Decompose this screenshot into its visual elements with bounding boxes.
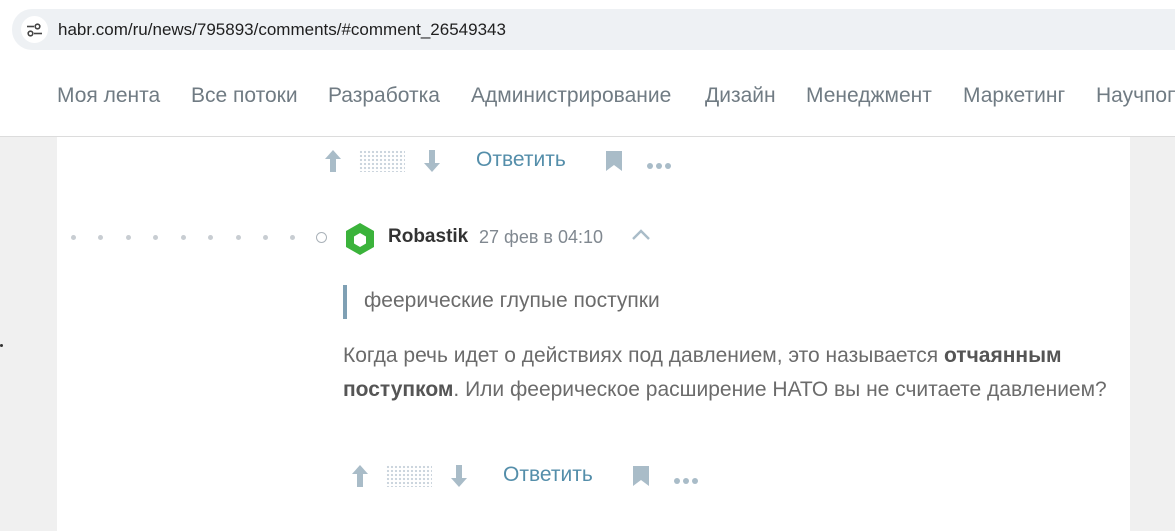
vote-count-hidden xyxy=(359,150,405,172)
bookmark-icon[interactable] xyxy=(632,465,650,492)
thread-dot xyxy=(126,235,131,240)
thread-dot xyxy=(98,235,103,240)
thread-dot xyxy=(153,235,158,240)
thread-dot xyxy=(181,235,186,240)
arrow-down-icon[interactable] xyxy=(423,149,441,178)
hub-navigation: Моя лента Все потоки Разработка Админист… xyxy=(0,58,1175,137)
chevron-up-icon[interactable] xyxy=(631,228,651,247)
more-dots-icon[interactable] xyxy=(673,472,699,490)
arrow-down-icon[interactable] xyxy=(450,464,468,493)
comments-panel xyxy=(57,137,1130,531)
thread-branch-marker[interactable] xyxy=(316,232,327,243)
comment-timestamp[interactable]: 27 фев в 04:10 xyxy=(479,227,603,248)
reply-link[interactable]: Ответить xyxy=(503,463,593,487)
hexagon-avatar-icon[interactable] xyxy=(344,222,376,261)
thread-dot xyxy=(290,235,295,240)
thread-dot xyxy=(71,235,76,240)
nav-item-administration[interactable]: Администрирование xyxy=(471,84,671,108)
thread-dot xyxy=(263,235,268,240)
nav-item-design[interactable]: Дизайн xyxy=(705,84,776,108)
nav-item-marketing[interactable]: Маркетинг xyxy=(963,84,1065,108)
nav-item-popsci[interactable]: Научпоп xyxy=(1096,84,1175,108)
nav-item-my-feed[interactable]: Моя лента xyxy=(57,84,160,108)
nav-item-all-streams[interactable]: Все потоки xyxy=(191,84,298,108)
more-dots-icon[interactable] xyxy=(646,157,672,175)
browser-toolbar: habr.com/ru/news/795893/comments/#commen… xyxy=(0,0,1175,58)
comment-body: Когда речь идет о действиях под давление… xyxy=(343,339,1123,406)
bookmark-icon[interactable] xyxy=(605,150,623,177)
thread-dot xyxy=(208,235,213,240)
comment-body-part2: . Или феерическое расширение НАТО вы не … xyxy=(453,377,1107,401)
comment-author[interactable]: Robastik xyxy=(388,226,468,248)
edge-mark xyxy=(0,344,3,347)
url-text[interactable]: habr.com/ru/news/795893/comments/#commen… xyxy=(58,20,506,40)
reply-link[interactable]: Ответить xyxy=(476,148,566,172)
address-bar[interactable]: habr.com/ru/news/795893/comments/#commen… xyxy=(12,9,1175,50)
vote-count-hidden xyxy=(386,465,432,487)
comment-body-part1: Когда речь идет о действиях под давление… xyxy=(343,344,944,367)
quote-bar xyxy=(343,285,347,319)
nav-item-management[interactable]: Менеджмент xyxy=(806,84,932,108)
thread-dot xyxy=(236,235,241,240)
arrow-up-icon[interactable] xyxy=(351,464,369,493)
nav-item-development[interactable]: Разработка xyxy=(328,84,440,108)
site-settings-icon[interactable] xyxy=(21,16,48,43)
comment-quote: феерические глупые поступки xyxy=(364,289,660,312)
arrow-up-icon[interactable] xyxy=(324,149,342,178)
